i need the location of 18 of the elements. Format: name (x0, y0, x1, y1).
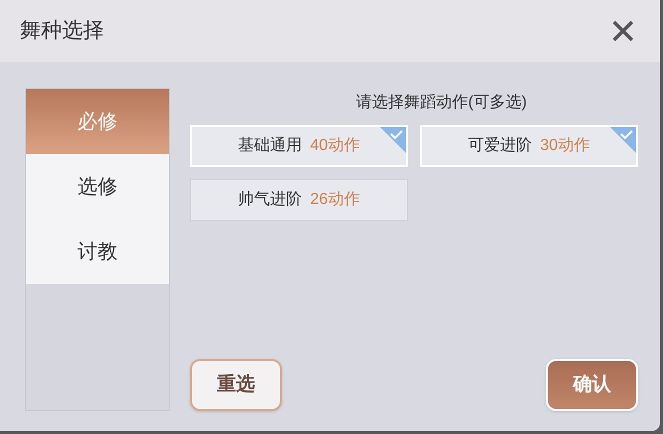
instruction-text: 请选择舞蹈动作(可多选) (356, 92, 527, 113)
option-name: 帅气进阶 (238, 190, 302, 210)
reset-button[interactable]: 重选 (190, 359, 282, 411)
confirm-button[interactable]: 确认 (546, 359, 638, 411)
option-card[interactable]: 帅气进阶 26动作 (190, 179, 408, 221)
check-corner-icon (610, 127, 636, 153)
option-card[interactable]: 可爱进阶 30动作 (420, 125, 638, 167)
option-name: 可爱进阶 (468, 136, 532, 156)
option-count: 30动作 (540, 136, 590, 156)
sidebar-tab[interactable]: 选修 (26, 154, 169, 219)
option-name: 基础通用 (238, 136, 302, 156)
option-card[interactable]: 基础通用 40动作 (190, 125, 408, 167)
check-corner-icon (380, 127, 406, 153)
close-icon[interactable] (612, 20, 634, 42)
window-title: 舞种选择 (20, 18, 104, 44)
sidebar-tab[interactable]: 讨教 (26, 219, 169, 284)
option-count: 26动作 (310, 190, 360, 210)
option-count: 40动作 (310, 136, 360, 156)
